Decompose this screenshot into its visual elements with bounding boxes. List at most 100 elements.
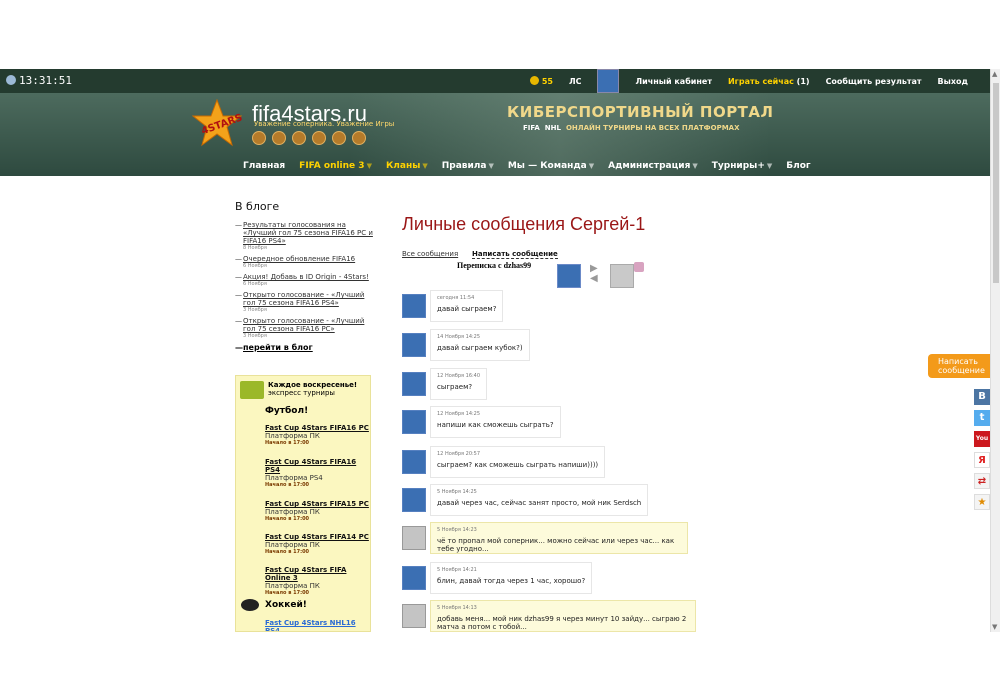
message-bubble: 12 Ноября 16:40 сыграем? <box>430 368 488 400</box>
blog-date: 3 Ноября <box>243 307 267 313</box>
message-item: 5 Ноября 14:25 давай через час, сейчас за… <box>402 484 649 516</box>
menu-item-clans[interactable]: Кланы ▼ <box>386 161 428 171</box>
blog-date: 6 Ноября <box>243 263 267 269</box>
express-header: Каждое воскресенье! экспресс турниры <box>240 381 357 399</box>
menu-item-home[interactable]: Главная <box>243 161 285 171</box>
sender-avatar[interactable] <box>402 450 426 474</box>
blog-item: Открыто голосование - «Лучший гол 75 сез… <box>235 291 375 313</box>
tab-write-message[interactable]: Написать сообщение <box>472 250 558 259</box>
blog-post-link[interactable]: Акция! Добавь в ID Origin - 4Stars! <box>243 273 369 281</box>
menu-item-tournaments[interactable]: Турниры+ ▼ <box>712 161 773 171</box>
scroll-up-icon[interactable]: ▲ <box>992 70 997 78</box>
logout-link[interactable]: Выход <box>938 77 968 86</box>
partner-avatar[interactable] <box>610 264 634 288</box>
medal-icon <box>252 131 266 145</box>
cup-start: Начало в 17:00 <box>265 516 310 522</box>
tab-all-messages[interactable]: Все сообщения <box>402 250 458 258</box>
coins-counter[interactable]: 55 <box>529 76 553 86</box>
own-avatar[interactable] <box>557 264 581 288</box>
sender-avatar[interactable] <box>402 488 426 512</box>
cup-link[interactable]: Fast Cup 4Stars FIFA15 PC <box>265 500 369 508</box>
play-now-label: Играть сейчас <box>727 76 794 86</box>
hockey-heading: Хоккей! <box>265 600 307 610</box>
message-text: сыграем? <box>437 383 473 391</box>
flag-icon <box>634 262 644 272</box>
cup-link[interactable]: Fast Cup 4Stars FIFA16 PC <box>265 424 369 432</box>
menu-item-fifa-online[interactable]: FIFA online 3 ▼ <box>299 161 372 171</box>
menu-item-admin[interactable]: Администрация ▼ <box>608 161 698 171</box>
chevron-down-icon: ▼ <box>366 162 372 170</box>
message-time: 5 Ноября 14:23 <box>437 527 477 533</box>
yandex-icon[interactable]: Я <box>974 452 990 468</box>
star-icon[interactable]: ★ <box>974 494 990 510</box>
floating-send-message-button[interactable]: Написать сообщение <box>928 354 990 378</box>
menu-label: Турниры+ <box>711 161 765 171</box>
sender-avatar[interactable] <box>402 372 426 396</box>
vk-icon[interactable]: В <box>974 389 990 405</box>
message-time: 12 Ноября 20:57 <box>437 451 481 457</box>
scrollbar-thumb[interactable] <box>993 83 999 283</box>
menu-item-rules[interactable]: Правила ▼ <box>442 161 494 171</box>
coins-value: 55 <box>541 77 553 86</box>
sender-avatar[interactable] <box>402 333 426 357</box>
cup-platform: Платформа PS4 <box>265 474 323 482</box>
blog-item: Очередное обновление FIFA166 Ноября <box>235 255 375 269</box>
hockey-cup-link[interactable]: Fast Cup 4Stars NHL16 PS4 <box>265 619 365 631</box>
medal-icon <box>272 131 286 145</box>
portal-title: КИБЕРСПОРТИВНЫЙ ПОРТАЛ <box>507 103 774 121</box>
cup-link[interactable]: Fast Cup 4Stars FIFA16 PS4 <box>265 458 369 474</box>
coin-icon <box>529 76 539 85</box>
cabinet-link[interactable]: Личный кабинет <box>635 77 712 86</box>
blog-date: 8 Ноября <box>243 245 267 251</box>
medal-icon <box>352 131 366 145</box>
user-avatar[interactable] <box>597 69 620 93</box>
cup-platform: Платформа ПК <box>265 432 320 440</box>
pm-link[interactable]: ЛС <box>569 77 582 86</box>
chevron-down-icon: ▼ <box>692 162 698 170</box>
clock: 13:31:51 <box>6 74 72 87</box>
blog-post-link[interactable]: Открыто голосование - «Лучший гол 75 сез… <box>243 317 364 333</box>
cup-start: Начало в 17:00 <box>265 482 310 488</box>
blog-post-link[interactable]: Результаты голосования на «Лучший гол 75… <box>243 221 373 245</box>
sender-avatar[interactable] <box>402 604 426 628</box>
report-link[interactable]: Сообщить результат <box>826 77 922 86</box>
message-item-incoming: 5 Ноября 14:23 чё то пропал мой соперник.… <box>402 522 688 554</box>
message-item: сегодня 11:54 давай сыграем? <box>402 290 504 322</box>
message-item: 12 Ноября 14:25 напиши как сможешь сыграт… <box>402 406 561 438</box>
sender-avatar[interactable] <box>402 294 426 318</box>
menu-label: Блог <box>786 161 811 171</box>
message-item: 14 Ноября 14:25 давай сыграем кубок?) <box>402 329 530 361</box>
menu-label: Главная <box>243 161 286 171</box>
portal-fifa: FIFA <box>523 124 540 132</box>
sender-avatar[interactable] <box>402 526 426 550</box>
blog-item: Результаты голосования на «Лучший гол 75… <box>235 221 375 251</box>
message-item: 12 Ноября 16:40 сыграем? <box>402 368 488 400</box>
cup-link[interactable]: Fast Cup 4Stars FIFA Online 3 <box>265 566 369 582</box>
twitter-icon[interactable]: t <box>974 410 990 426</box>
to-blog-link[interactable]: перейти в блог <box>235 343 375 352</box>
menu-item-blog[interactable]: Блог <box>786 161 810 171</box>
blog-post-link[interactable]: Открыто голосование - «Лучший гол 75 сез… <box>243 291 364 307</box>
menu-item-team[interactable]: Мы — Команда ▼ <box>508 161 594 171</box>
menu-label: Администрация <box>608 161 691 171</box>
express-tournaments-box: Каждое воскресенье! экспресс турниры Футб… <box>235 375 371 632</box>
blog-date: 3 Ноября <box>243 333 267 339</box>
cup-platform: Платформа ПК <box>265 508 320 516</box>
share-icon[interactable]: ⇄ <box>974 473 990 489</box>
logo-star-icon[interactable]: 4STARS <box>192 99 242 147</box>
sender-avatar[interactable] <box>402 566 426 590</box>
message-bubble: 12 Ноября 14:25 напиши как сможешь сыграт… <box>430 406 561 438</box>
page-scrollbar[interactable]: ▲ ▼ <box>990 69 1000 632</box>
blog-post-link[interactable]: Очередное обновление FIFA16 <box>243 255 355 263</box>
blog-title: В блоге <box>235 200 280 213</box>
cup-start: Начало в 17:00 <box>265 590 310 596</box>
cup-platform: Платформа ПК <box>265 541 320 549</box>
youtube-icon[interactable]: You <box>974 431 990 447</box>
sender-avatar[interactable] <box>402 410 426 434</box>
cup-link[interactable]: Fast Cup 4Stars FIFA14 PC <box>265 533 369 541</box>
cup-item: Fast Cup 4Stars FIFA Online 3 Платформа П… <box>265 566 369 596</box>
user-menu: 55 ЛС Личный кабинет Играть сейчас (1) С… <box>529 69 968 93</box>
play-now-link[interactable]: Играть сейчас (1) <box>728 77 810 86</box>
scroll-down-icon[interactable]: ▼ <box>992 623 997 631</box>
medal-icon <box>292 131 306 145</box>
